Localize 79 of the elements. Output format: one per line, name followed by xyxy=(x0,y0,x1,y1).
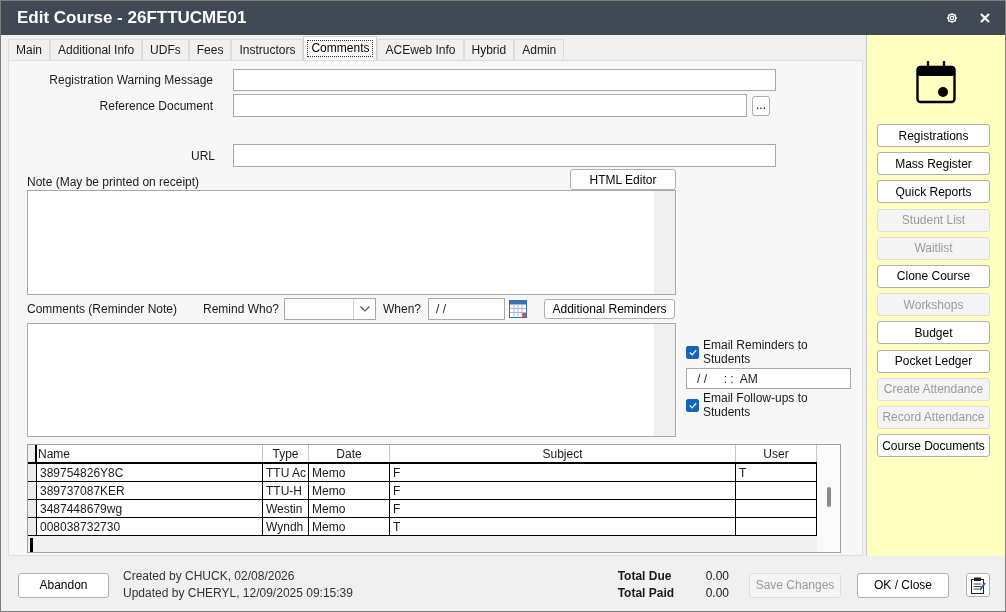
table-cell: Memo xyxy=(309,482,390,499)
column-header[interactable]: Subject xyxy=(390,445,736,462)
column-header[interactable]: Name xyxy=(37,445,263,462)
total-label: Total Paid xyxy=(617,585,676,602)
date-input[interactable]: / / xyxy=(428,298,505,320)
row-selector[interactable] xyxy=(28,482,37,499)
reminder-time-input[interactable]: / / : : AM xyxy=(686,368,851,389)
table-cell: 389737087KER xyxy=(37,482,263,499)
sidebar-action-button[interactable]: Registrations xyxy=(877,124,990,147)
clipboard-icon xyxy=(970,576,986,594)
table-cell: 389754826Y8C xyxy=(37,464,263,481)
calendar-icon[interactable] xyxy=(509,300,527,318)
tab[interactable]: Comments xyxy=(303,36,378,60)
browse-button[interactable]: ... xyxy=(752,95,770,116)
column-header[interactable]: Date xyxy=(309,445,390,462)
field-label: URL xyxy=(190,147,215,165)
additional-reminders-button[interactable]: Additional Reminders xyxy=(544,299,675,319)
registration-warning-input[interactable] xyxy=(233,69,776,91)
table-cell: T xyxy=(390,518,736,535)
table-cell: F xyxy=(390,464,736,481)
field-label: Remind Who? xyxy=(203,301,281,318)
tab[interactable]: Hybrid xyxy=(463,39,515,60)
table-cell: Wyndh xyxy=(263,518,309,535)
settings-icon[interactable] xyxy=(946,12,958,24)
marker-icon xyxy=(30,538,33,552)
row-selector[interactable] xyxy=(28,464,37,481)
sidebar-action-button[interactable]: Pocket Ledger xyxy=(877,349,990,373)
table-cell: 3487448679wg xyxy=(37,500,263,517)
tab[interactable]: Admin xyxy=(514,39,565,60)
table-cell: Memo xyxy=(309,464,390,481)
field-label: Note (May be printed on receipt) xyxy=(27,175,201,190)
table-cell: TTU Ac xyxy=(263,464,309,481)
tab[interactable]: Fees xyxy=(188,39,232,60)
sidebar-action-button[interactable]: Clone Course xyxy=(877,264,990,288)
row-selector[interactable] xyxy=(28,500,37,517)
table-cell: Westin xyxy=(263,500,309,517)
footer-button[interactable]: OK / Close xyxy=(857,572,949,598)
table-cell: Memo xyxy=(309,518,390,535)
tab[interactable]: UDFs xyxy=(142,39,189,60)
total-value: 0.00 xyxy=(705,568,729,585)
tab[interactable]: Main xyxy=(8,39,50,60)
table-cell: TTU-H xyxy=(263,482,309,499)
reference-document-input[interactable] xyxy=(233,94,747,117)
url-input[interactable] xyxy=(233,144,776,167)
tab[interactable]: Additional Info xyxy=(50,39,143,60)
sidebar-action-button[interactable]: Budget xyxy=(877,321,990,345)
scrollbar-thumb[interactable] xyxy=(826,487,831,507)
checkbox-label: Email Follow-ups to Students xyxy=(703,391,809,419)
field-label: When? xyxy=(383,301,423,318)
table-cell: F xyxy=(390,500,736,517)
checkbox[interactable] xyxy=(686,345,699,359)
abandon-button[interactable]: Abandon xyxy=(18,572,109,598)
column-header[interactable]: Type xyxy=(263,445,309,462)
sidebar-action-button[interactable]: Course Documents xyxy=(877,434,990,458)
total-value: 0.00 xyxy=(705,585,729,602)
table-cell: F xyxy=(390,482,736,499)
sidebar-action-button[interactable]: Mass Register xyxy=(877,152,990,176)
tab[interactable]: Instructors xyxy=(231,39,304,60)
created-by-text: Created by CHUCK, 02/08/2026 xyxy=(123,568,296,585)
html-editor-button[interactable]: HTML Editor xyxy=(570,169,676,190)
field-label: Registration Warning Message xyxy=(48,72,213,89)
calendar-icon xyxy=(916,60,956,104)
window-title: Edit Course - 26FTTUCME01 xyxy=(17,7,248,30)
field-label: Comments (Reminder Note) xyxy=(27,301,179,318)
checkbox[interactable] xyxy=(686,398,699,412)
tab[interactable]: ACEweb Info xyxy=(377,39,464,60)
clipboard-button[interactable] xyxy=(966,573,990,597)
row-selector[interactable] xyxy=(28,518,37,535)
close-icon[interactable] xyxy=(980,13,990,23)
checkmark-icon xyxy=(688,348,697,356)
checkmark-icon xyxy=(688,401,697,409)
table-cell: Memo xyxy=(309,500,390,517)
checkbox-label: Email Reminders to Students xyxy=(703,338,809,366)
updated-by-text: Updated by CHERYL, 12/09/2025 09:15:39 xyxy=(123,585,353,602)
table-cell: 008038732730 xyxy=(37,518,263,535)
field-label: Reference Document xyxy=(98,97,213,115)
chevron-down-icon xyxy=(359,306,370,312)
total-label: Total Due xyxy=(617,568,673,585)
sidebar-action-button[interactable]: Quick Reports xyxy=(877,180,990,204)
